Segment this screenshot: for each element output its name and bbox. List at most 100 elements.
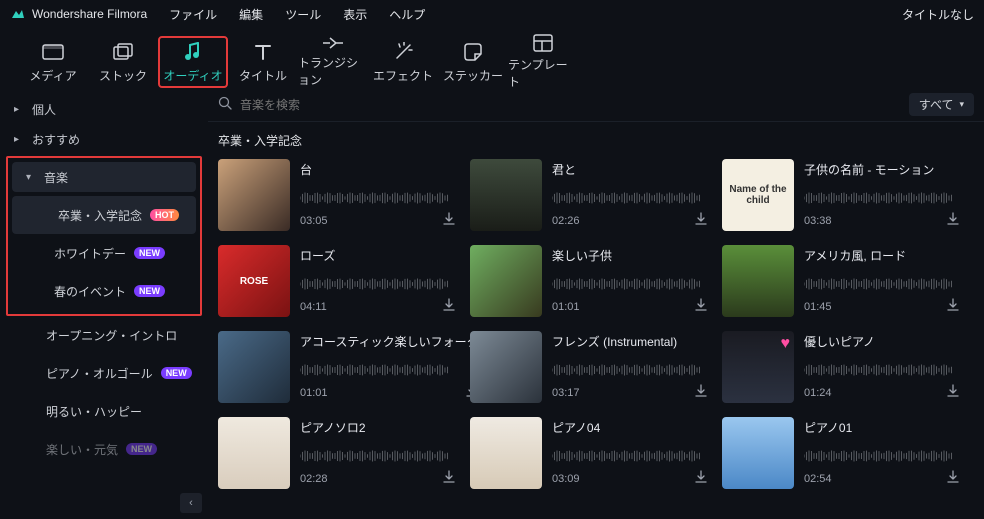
track-body: 優しいピアノ01:24 [804, 331, 960, 403]
new-badge: NEW [134, 285, 165, 297]
chevron-right-icon: ▸ [14, 134, 22, 145]
effect-icon [392, 41, 414, 63]
track-meta: 01:45 [804, 298, 960, 315]
sidebar-item-whiteday[interactable]: ホワイトデー NEW [8, 234, 200, 272]
sidebar-item-opening[interactable]: オープニング・イントロ [0, 316, 208, 354]
track-grid: 台03:05君と02:26Name of the child子供の名前 - モー… [208, 153, 984, 499]
track-body: 台03:05 [300, 159, 456, 231]
download-button[interactable] [694, 298, 708, 315]
track-body: 楽しい子供 01:01 [552, 245, 708, 317]
waveform [804, 186, 960, 204]
download-button[interactable] [694, 384, 708, 401]
track-body: フレンズ (Instrumental)03:17 [552, 331, 708, 403]
track-meta: 01:01 [552, 298, 708, 315]
logo-icon [10, 6, 26, 22]
sidebar-collapse-button[interactable]: ‹ [180, 493, 202, 513]
track-card[interactable]: Name of the child子供の名前 - モーション03:38 [722, 159, 960, 231]
download-button[interactable] [442, 298, 456, 315]
track-card[interactable]: ピアノソロ202:28 [218, 417, 456, 489]
track-card[interactable]: 台03:05 [218, 159, 456, 231]
track-meta: 02:26 [552, 212, 708, 229]
download-button[interactable] [694, 470, 708, 487]
chevron-down-icon: ▾ [959, 99, 964, 110]
audio-icon [182, 41, 204, 63]
waveform [300, 358, 479, 376]
track-body: 子供の名前 - モーション 03:38 [804, 159, 960, 231]
track-duration: 01:01 [552, 301, 580, 313]
sidebar-item-piano[interactable]: ピアノ・オルゴール NEW [0, 354, 208, 392]
app-logo: Wondershare Filmora [10, 6, 147, 22]
tab-sticker[interactable]: ステッカー [438, 36, 508, 88]
track-card[interactable]: ピアノ0102:54 [722, 417, 960, 489]
track-meta: 01:01 [300, 384, 479, 401]
new-badge: NEW [134, 247, 165, 259]
track-thumbnail [218, 331, 290, 403]
menu-file[interactable]: ファイル [169, 6, 217, 23]
track-thumbnail [470, 159, 542, 231]
track-card[interactable]: 楽しい子供 01:01 [470, 245, 708, 317]
track-title: アメリカ風, ロード [804, 247, 960, 264]
download-button[interactable] [946, 470, 960, 487]
download-button[interactable] [946, 298, 960, 315]
tab-media[interactable]: メディア [18, 36, 88, 88]
app-name: Wondershare Filmora [32, 7, 147, 21]
hot-badge: HOT [150, 209, 179, 221]
tab-title[interactable]: タイトル [228, 36, 298, 88]
menu-edit[interactable]: 編集 [239, 6, 263, 23]
sidebar-group-music[interactable]: ▾ 音楽 [12, 162, 196, 192]
tab-stock[interactable]: ストック [88, 36, 158, 88]
track-card[interactable]: フレンズ (Instrumental)03:17 [470, 331, 708, 403]
track-title: 楽しい子供 [552, 247, 708, 264]
sidebar-item-graduation[interactable]: 卒業・入学記念 HOT [12, 196, 196, 234]
tab-template[interactable]: テンプレート [508, 36, 578, 88]
sidebar-item-bright[interactable]: 明るい・ハッピー [0, 392, 208, 430]
track-card[interactable]: ♥優しいピアノ01:24 [722, 331, 960, 403]
track-card[interactable]: ROSEローズ04:11 [218, 245, 456, 317]
menu-view[interactable]: 表示 [343, 6, 367, 23]
track-card[interactable]: アコースティック楽しいフォーク01:01 [218, 331, 456, 403]
download-button[interactable] [694, 212, 708, 229]
track-card[interactable]: ピアノ04 03:09 [470, 417, 708, 489]
waveform [300, 444, 456, 462]
track-duration: 03:09 [552, 473, 580, 485]
download-button[interactable] [946, 384, 960, 401]
tab-transition[interactable]: トランジション [298, 36, 368, 88]
download-button[interactable] [946, 212, 960, 229]
menu-tool[interactable]: ツール [285, 6, 321, 23]
filter-dropdown[interactable]: すべて ▾ [909, 93, 974, 116]
track-title: 子供の名前 - モーション [804, 161, 960, 178]
track-card[interactable]: アメリカ風, ロード 01:45 [722, 245, 960, 317]
title-bar: Wondershare Filmora ファイル 編集 ツール 表示 ヘルプ タ… [0, 0, 984, 28]
document-title: タイトルなし [902, 6, 974, 23]
chevron-left-icon: ‹ [189, 497, 193, 509]
menu-help[interactable]: ヘルプ [389, 6, 425, 23]
sidebar-item-fun[interactable]: 楽しい・元気 NEW [0, 430, 208, 468]
search-row: すべて ▾ [208, 88, 984, 122]
track-meta: 04:11 [300, 298, 456, 315]
download-button[interactable] [442, 470, 456, 487]
search-box[interactable] [212, 96, 909, 113]
media-icon [42, 41, 64, 63]
new-badge: NEW [161, 367, 192, 379]
track-meta: 02:54 [804, 470, 960, 487]
track-card[interactable]: 君と02:26 [470, 159, 708, 231]
search-input[interactable] [240, 98, 395, 112]
sidebar-group-personal[interactable]: ▸ 個人 [0, 94, 208, 124]
tab-audio[interactable]: オーディオ [158, 36, 228, 88]
waveform [552, 444, 708, 462]
title-icon [252, 41, 274, 63]
sidebar-item-spring[interactable]: 春のイベント NEW [8, 272, 200, 310]
track-meta: 03:38 [804, 212, 960, 229]
track-duration: 02:28 [300, 473, 328, 485]
track-meta: 02:28 [300, 470, 456, 487]
sidebar-group-recommended[interactable]: ▸ おすすめ [0, 124, 208, 154]
track-thumbnail: ♥ [722, 331, 794, 403]
track-duration: 04:11 [300, 301, 327, 313]
track-duration: 03:05 [300, 215, 328, 227]
track-title: ピアノ04 [552, 419, 708, 436]
track-meta: 01:24 [804, 384, 960, 401]
waveform [552, 358, 708, 376]
template-icon [532, 34, 554, 52]
tab-effect[interactable]: エフェクト [368, 36, 438, 88]
download-button[interactable] [442, 212, 456, 229]
